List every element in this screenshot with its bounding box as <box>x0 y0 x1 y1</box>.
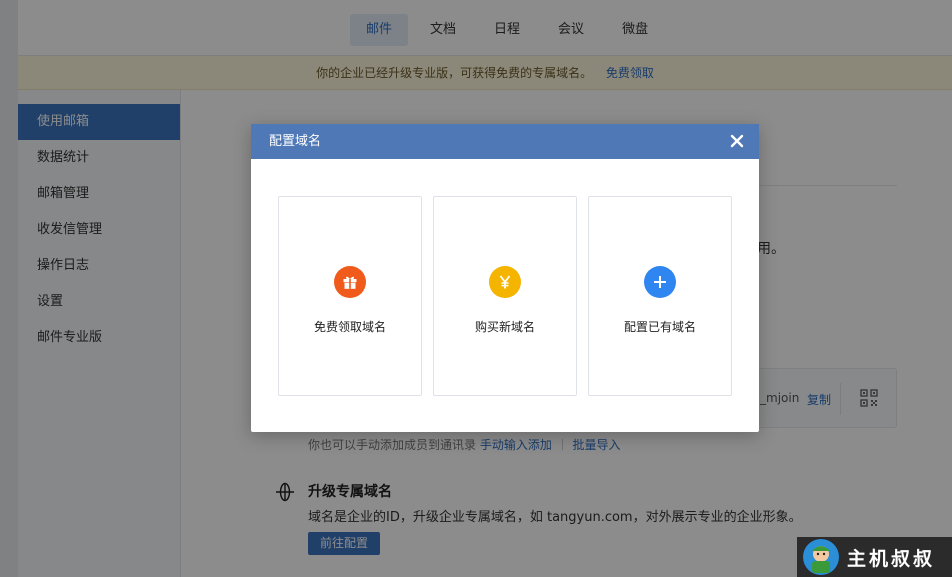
option-free-domain[interactable]: 免费领取域名 <box>278 196 422 396</box>
dialog-header: 配置域名 <box>251 124 759 159</box>
gift-icon <box>334 266 366 298</box>
watermark: 主机叔叔 <box>797 537 952 577</box>
option-label: 免费领取域名 <box>313 320 386 334</box>
option-label: 购买新域名 <box>474 320 535 334</box>
option-buy-domain[interactable]: 购买新域名 <box>433 196 577 396</box>
yen-icon <box>489 266 521 298</box>
mascot-logo-icon <box>803 539 839 575</box>
option-configure-existing-domain[interactable]: 配置已有域名 <box>588 196 732 396</box>
watermark-text: 主机叔叔 <box>847 547 936 570</box>
dialog-title: 配置域名 <box>269 134 322 149</box>
option-label: 配置已有域名 <box>623 320 696 334</box>
configure-domain-dialog: 配置域名 免费领取域名 购买新域名 配置已有域名 <box>251 124 759 432</box>
close-icon[interactable] <box>729 133 745 149</box>
plus-icon <box>644 266 676 298</box>
